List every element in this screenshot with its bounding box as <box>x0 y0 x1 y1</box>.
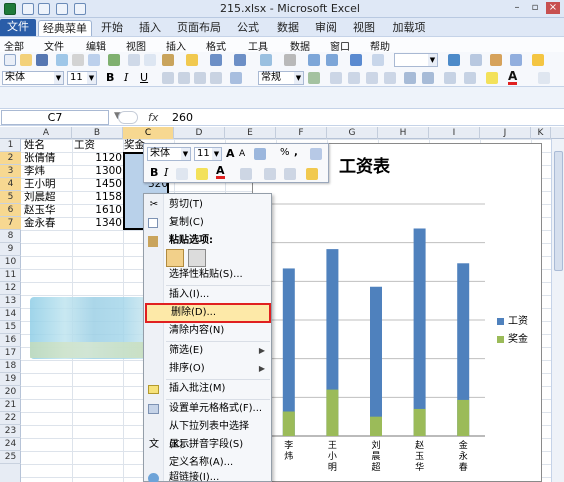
menu-item-cut[interactable]: ✂ 剪切(T) <box>144 196 271 214</box>
grow-font-button[interactable]: A <box>226 147 235 160</box>
legend-swatch <box>497 335 504 343</box>
menu-item-format-cells[interactable]: 设置单元格格式(F)... <box>144 400 271 418</box>
x-tick-label: 赵玉华 <box>415 439 424 473</box>
bar-bonus[interactable] <box>457 399 470 436</box>
menu-item-phonetic[interactable]: 文显示拼音字段(S) <box>144 436 271 454</box>
bar-bonus[interactable] <box>413 408 426 436</box>
mini-borders-icon[interactable] <box>240 168 252 180</box>
menu-item-delete[interactable]: 删除(D)... <box>145 303 271 323</box>
cell-name[interactable]: 王小明 <box>24 178 56 191</box>
bar-salary[interactable] <box>413 228 426 436</box>
x-tick-label: 王小明 <box>328 440 337 473</box>
context-menu: ✂ 剪切(T) 复制(C) 粘贴选项: 选择性粘贴(S)... 插入(I)... … <box>143 193 272 482</box>
x-tick-label: 金永春 <box>459 439 468 473</box>
legend-swatch <box>497 317 504 325</box>
vertical-scrollbar[interactable] <box>551 139 564 482</box>
submenu-arrow-icon: ▶ <box>258 346 265 355</box>
bar-bonus[interactable] <box>282 411 295 436</box>
gridline <box>21 139 551 140</box>
comma-button[interactable]: , <box>294 147 298 158</box>
menu-item-pick-from-list[interactable]: 从下拉列表中选择(K)... <box>144 418 271 450</box>
mini-font-color-button[interactable]: A <box>216 165 225 179</box>
mini-format-painter-icon[interactable] <box>306 168 318 180</box>
paste-icon <box>148 236 158 247</box>
legend-item-salary[interactable]: 工资 <box>497 312 528 327</box>
cell-salary[interactable]: 1340 <box>72 217 122 230</box>
cell-salary[interactable]: 1158 <box>72 191 122 204</box>
comment-icon <box>148 385 159 394</box>
cell-salary[interactable]: 1120 <box>72 152 122 165</box>
cell-name[interactable]: 赵玉华 <box>24 204 56 217</box>
copy-icon <box>148 218 158 228</box>
scrollbar-thumb[interactable] <box>554 151 563 271</box>
format-cells-icon <box>148 404 159 414</box>
mini-increase-decimal-icon[interactable] <box>264 168 276 180</box>
mini-italic-button[interactable]: I <box>164 166 168 179</box>
cell-name[interactable]: 张倩倩 <box>24 152 56 165</box>
blurred-image-strip <box>30 342 146 358</box>
x-tick-label: 刘晨超 <box>371 439 380 473</box>
cell-salary[interactable]: 1610 <box>72 204 122 217</box>
cell-a1[interactable]: 姓名 <box>24 139 45 152</box>
percent-button[interactable]: % <box>280 147 290 158</box>
cut-icon: ✂ <box>149 199 159 210</box>
mini-font-select[interactable]: 宋体 ▼ <box>147 147 191 161</box>
paste-option-icon[interactable] <box>166 249 184 267</box>
mini-fill-color-icon[interactable] <box>196 168 208 180</box>
cell-name[interactable]: 刘晨超 <box>24 191 56 204</box>
mini-bold-button[interactable]: B <box>150 166 158 179</box>
shrink-font-button[interactable]: A <box>239 149 245 159</box>
phonetic-icon: 文 <box>149 439 159 450</box>
menu-item-copy[interactable]: 复制(C) <box>144 214 271 232</box>
mini-align-icon[interactable] <box>176 168 188 180</box>
cell-name[interactable]: 李炜 <box>24 165 45 178</box>
menu-item-filter[interactable]: 筛选(E) ▶ <box>144 342 271 360</box>
excel-window: 215.xlsx - Microsoft Excel – ▫ × 文件 经典菜单… <box>0 0 564 482</box>
cell-salary[interactable]: 1450 <box>72 178 122 191</box>
hyperlink-icon <box>148 473 159 482</box>
x-tick-label: 李炜 <box>284 439 293 462</box>
menu-item-sort[interactable]: 排序(O) ▶ <box>144 360 271 378</box>
menu-item-insert-comment[interactable]: 插入批注(M) <box>144 380 271 398</box>
paste-values-icon[interactable] <box>188 249 206 267</box>
menu-item-hyperlink[interactable]: 超链接(I)... <box>144 469 271 482</box>
currency-icon[interactable] <box>254 148 266 160</box>
format-icon[interactable] <box>310 148 322 160</box>
mini-size-select[interactable]: 11 ▼ <box>194 147 222 161</box>
cell-c1[interactable]: 奖金 <box>124 139 145 152</box>
bar-bonus[interactable] <box>326 389 339 436</box>
chart[interactable]: 工资表 李炜 王小明 刘晨超 赵玉华 金永春 工资 奖金 <box>252 143 542 482</box>
bar-salary[interactable] <box>370 286 382 436</box>
mini-toolbar: 宋体 ▼ 11 ▼ A A % , B I A <box>143 143 329 183</box>
cell-name[interactable]: 金永春 <box>24 217 56 230</box>
mini-decrease-decimal-icon[interactable] <box>284 168 296 180</box>
bar-bonus[interactable] <box>370 416 382 436</box>
legend-item-bonus[interactable]: 奖金 <box>497 330 528 345</box>
cell-salary[interactable]: 1300 <box>72 165 122 178</box>
menu-item-insert[interactable]: 插入(I)... <box>144 286 271 304</box>
cell-b1[interactable]: 工资 <box>74 139 95 152</box>
bar-salary[interactable] <box>282 268 295 436</box>
menu-item-paste-special[interactable]: 选择性粘贴(S)... <box>144 266 271 284</box>
menu-header-paste-options: 粘贴选项: <box>144 232 271 250</box>
submenu-arrow-icon: ▶ <box>258 364 265 373</box>
menu-item-clear-contents[interactable]: 清除内容(N) <box>144 322 271 340</box>
